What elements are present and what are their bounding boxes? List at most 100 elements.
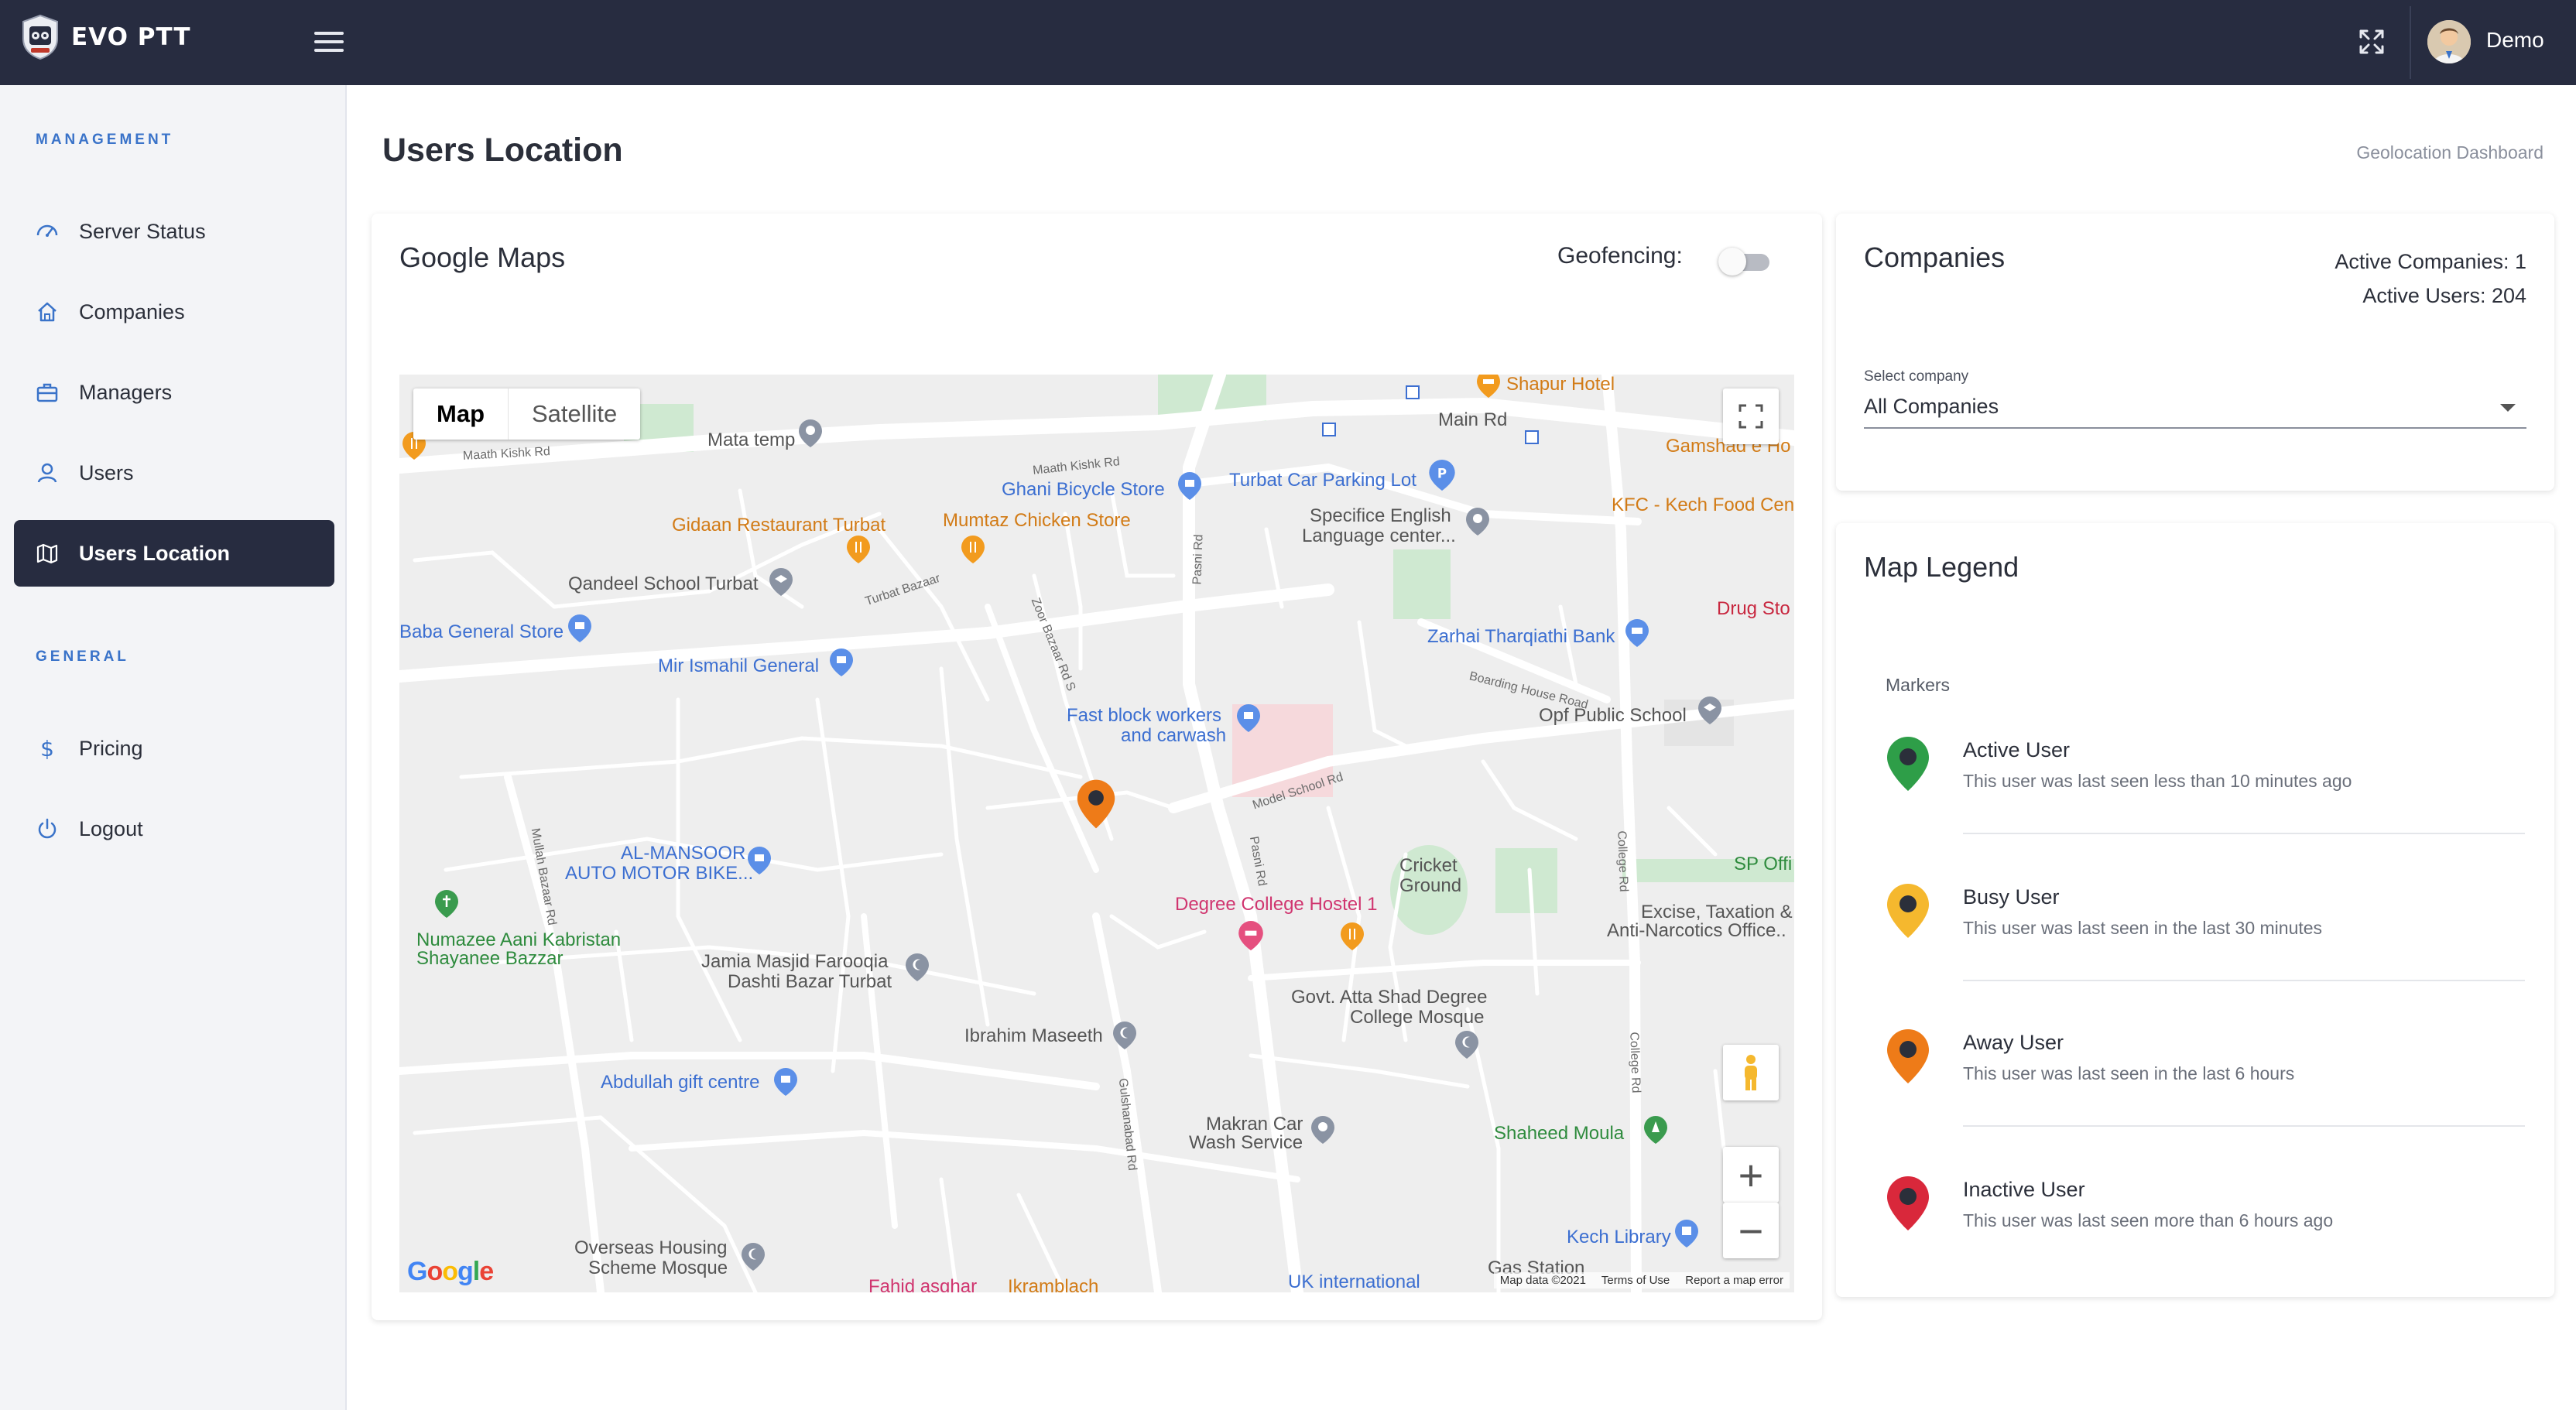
- google-logo-letter: g: [457, 1257, 474, 1286]
- monument-pin-icon: [1644, 1116, 1667, 1144]
- map-type-map-button[interactable]: Map: [413, 388, 509, 440]
- legend-item-away: Away User This user was last seen in the…: [1886, 1004, 2525, 1152]
- map-place[interactable]: Fast block workers: [1067, 706, 1221, 725]
- map-place[interactable]: Specifice English: [1310, 506, 1451, 525]
- map-place[interactable]: Mir Ismahil General: [658, 656, 819, 676]
- sidebar-item-label: Managers: [79, 380, 173, 404]
- sidebar-item-label: Server Status: [79, 219, 206, 243]
- zoom-out-button[interactable]: −: [1723, 1203, 1779, 1258]
- place-pin-icon: [799, 419, 822, 447]
- map-place[interactable]: Shayanee Bazzar: [416, 949, 563, 968]
- sidebar-item-managers[interactable]: Managers: [14, 359, 334, 426]
- sidebar-item-pricing[interactable]: $ Pricing: [14, 715, 334, 782]
- map-place[interactable]: Ground: [1399, 876, 1461, 895]
- map-place[interactable]: Baba General Store: [399, 622, 564, 642]
- map-fullscreen-button[interactable]: [1723, 388, 1779, 444]
- page-title: Users Location: [382, 132, 623, 169]
- map-place[interactable]: Ikramblach: [1008, 1277, 1098, 1292]
- terms-of-use-link[interactable]: Terms of Use: [1601, 1274, 1670, 1287]
- sidebar-item-label: Companies: [79, 299, 185, 323]
- map-place[interactable]: Turbat Car Parking Lot: [1229, 471, 1416, 490]
- svg-text:$: $: [40, 737, 54, 760]
- map-place[interactable]: Govt. Atta Shad Degree: [1291, 987, 1488, 1007]
- legend-item-name: Inactive User: [1963, 1178, 2085, 1201]
- brand[interactable]: EVO PTT: [20, 14, 191, 60]
- map-place[interactable]: SP Offi: [1734, 854, 1792, 874]
- user-name[interactable]: Demo: [2486, 28, 2544, 53]
- sidebar-item-logout[interactable]: Logout: [14, 796, 334, 862]
- restaurant-pin-icon: [847, 536, 870, 563]
- map-place[interactable]: Anti-Narcotics Office..: [1607, 921, 1786, 940]
- map-place[interactable]: Qandeel School Turbat: [568, 574, 759, 594]
- map-place[interactable]: College Mosque: [1350, 1008, 1484, 1027]
- map-place[interactable]: Degree College Hostel 1: [1175, 895, 1377, 914]
- map-place[interactable]: Dashti Bazar Turbat: [728, 972, 892, 991]
- active-companies-count: Active Companies: 1: [2334, 250, 2526, 273]
- map-type-satellite-button[interactable]: Satellite: [509, 388, 640, 440]
- map-place[interactable]: Shaheed Moula: [1494, 1124, 1624, 1143]
- map-type-control: Map Satellite: [413, 388, 641, 440]
- map-place[interactable]: Abdullah gift centre: [601, 1073, 759, 1092]
- sidebar-item-label: Users: [79, 460, 134, 484]
- legend-item-name: Active User: [1963, 738, 2071, 761]
- street-view-pegman-button[interactable]: [1723, 1045, 1779, 1100]
- map-place[interactable]: Shapur Hotel: [1506, 375, 1615, 394]
- sidebar-item-users[interactable]: Users: [14, 440, 334, 506]
- map-place[interactable]: Ghani Bicycle Store: [1002, 480, 1165, 499]
- map-place[interactable]: and carwash: [1121, 726, 1226, 745]
- map-place[interactable]: Numazee Aani Kabristan: [416, 930, 621, 950]
- map-place[interactable]: Overseas Housing: [574, 1238, 727, 1258]
- report-map-error-link[interactable]: Report a map error: [1685, 1274, 1783, 1287]
- companies-card: Companies Active Companies: 1 Active Use…: [1836, 214, 2554, 491]
- google-logo-letter: G: [407, 1257, 427, 1286]
- map-place[interactable]: KFC - Kech Food Cen: [1612, 495, 1794, 515]
- map-place[interactable]: Opf Public School: [1539, 706, 1687, 725]
- shopping-pin-icon: [748, 847, 771, 874]
- map-place[interactable]: Fahid asghar: [868, 1277, 977, 1292]
- map-place[interactable]: Excise, Taxation &: [1641, 902, 1793, 922]
- cemetery-pin-icon: [435, 890, 458, 918]
- map-place[interactable]: Mata temp: [707, 430, 795, 450]
- avatar[interactable]: [2427, 20, 2471, 63]
- busy-user-marker-icon: [1887, 884, 1929, 938]
- card-title: Google Maps: [399, 241, 566, 273]
- map-place[interactable]: Ibrahim Maseeth: [964, 1026, 1103, 1046]
- shopping-pin-icon: [830, 649, 853, 676]
- map-place[interactable]: Zarhai Tharqiathi Bank: [1427, 627, 1615, 646]
- map-canvas[interactable]: Maath Kishk Rd Maath Kishk Rd Turbat Baz…: [399, 375, 1794, 1292]
- map-place[interactable]: Wash Service: [1189, 1133, 1303, 1152]
- map-place[interactable]: Makran Car: [1206, 1114, 1303, 1134]
- user-marker-away-icon[interactable]: [1076, 777, 1116, 831]
- breadcrumb[interactable]: Geolocation Dashboard: [2356, 142, 2543, 163]
- map-place[interactable]: Gidaan Restaurant Turbat: [672, 515, 886, 535]
- map-place[interactable]: Language center...: [1302, 526, 1456, 546]
- geofencing-toggle[interactable]: [1718, 248, 1773, 275]
- hotel-pin-icon: [1477, 375, 1500, 398]
- map-place[interactable]: Jamia Masjid Farooqia: [701, 952, 888, 971]
- map-place[interactable]: UK international: [1288, 1272, 1420, 1292]
- company-select[interactable]: All Companies: [1864, 388, 2526, 429]
- sidebar-item-users-location[interactable]: Users Location: [14, 520, 334, 587]
- library-pin-icon: [1675, 1220, 1698, 1247]
- map-place[interactable]: Scheme Mosque: [588, 1258, 728, 1278]
- fullscreen-icon: [1738, 404, 1763, 429]
- sidebar-item-server-status[interactable]: Server Status: [14, 198, 334, 265]
- legend-item-desc: This user was last seen less than 10 min…: [1963, 771, 2352, 791]
- zoom-in-button[interactable]: +: [1723, 1147, 1779, 1203]
- top-bar: EVO PTT Demo: [0, 0, 2576, 85]
- map-place[interactable]: AUTO MOTOR BIKE...: [565, 864, 753, 883]
- map-place[interactable]: Mumtaz Chicken Store: [943, 511, 1131, 530]
- map-place[interactable]: Cricket: [1399, 856, 1458, 875]
- sidebar-item-companies[interactable]: Companies: [14, 279, 334, 345]
- active-user-marker-icon: [1887, 737, 1929, 791]
- map-place[interactable]: Kech Library: [1567, 1227, 1671, 1247]
- menu-toggle-button[interactable]: [314, 26, 344, 57]
- map-place[interactable]: AL-MANSOOR: [621, 844, 745, 863]
- company-select-value: All Companies: [1864, 395, 1999, 418]
- map-place[interactable]: Drug Sto: [1717, 599, 1790, 618]
- dashboard-icon: [36, 220, 59, 243]
- map-place[interactable]: Main Rd: [1438, 410, 1507, 430]
- legend-item-desc: This user was last seen more than 6 hour…: [1963, 1210, 2334, 1230]
- bus-stop-icon: [1406, 385, 1420, 399]
- fullscreen-expand-icon[interactable]: [2356, 26, 2387, 57]
